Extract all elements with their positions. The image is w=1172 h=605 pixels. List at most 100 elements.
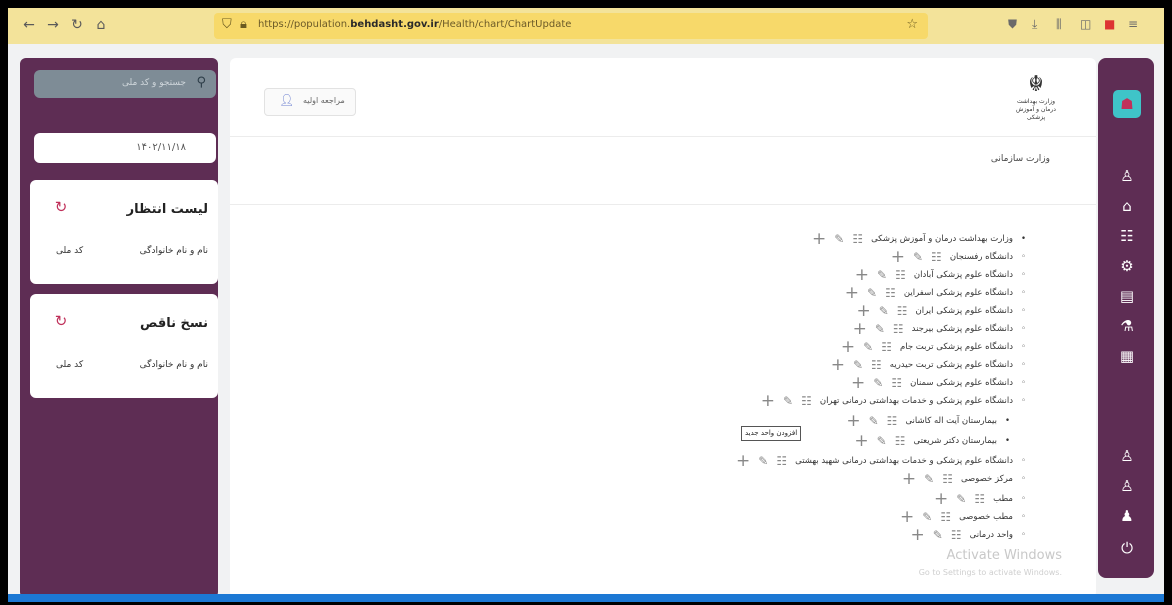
tree-node-label[interactable]: دانشگاه علوم پزشکی ایران (916, 306, 1013, 316)
add-unit-icon[interactable]: + (934, 489, 948, 509)
edit-icon[interactable]: ✎ (758, 454, 768, 468)
tree-bullet[interactable]: ◦ (1021, 530, 1026, 540)
users-group-icon[interactable]: ☷ (893, 322, 904, 336)
tree-node-label[interactable]: دانشگاه علوم پزشکی تربت حیدریه (890, 360, 1013, 370)
user-icon[interactable]: ♙ (1114, 166, 1140, 186)
tree-node-label[interactable]: دانشگاه رفسنجان (950, 252, 1013, 262)
tree-bullet[interactable]: ◦ (1021, 396, 1026, 406)
edit-icon[interactable]: ✎ (924, 472, 934, 486)
address-bar[interactable]: ⛉ 🔒︎ https://population.behdasht.gov.ir/… (214, 13, 928, 39)
add-unit-icon[interactable]: + (851, 373, 865, 393)
clipboard-icon[interactable]: ▤ (1114, 286, 1140, 306)
tree-node-label[interactable]: مطب (993, 494, 1013, 504)
tree-node-label[interactable]: دانشگاه علوم پزشکی بیرجند (912, 324, 1013, 334)
users-group-icon[interactable]: ☷ (895, 434, 906, 448)
add-unit-icon[interactable]: + (812, 229, 826, 249)
add-unit-icon[interactable]: + (736, 451, 750, 471)
add-unit-icon[interactable]: + (900, 507, 914, 527)
tree-bullet[interactable]: • (1005, 416, 1010, 426)
tree-bullet[interactable]: ◦ (1021, 360, 1026, 370)
add-unit-icon[interactable]: + (854, 431, 868, 451)
tree-node-label[interactable]: دانشگاه علوم پزشکی و خدمات بهداشتی درمان… (820, 396, 1013, 406)
users-group-icon[interactable]: ☷ (974, 492, 985, 506)
add-unit-icon[interactable]: + (853, 319, 867, 339)
edit-icon[interactable]: ✎ (783, 394, 793, 408)
app-logo-icon[interactable]: ☗ (1113, 90, 1141, 118)
users-icon[interactable]: ♟ (1114, 506, 1140, 526)
refresh-icon[interactable]: ↻ (52, 198, 70, 216)
edit-icon[interactable]: ✎ (877, 434, 887, 448)
add-unit-icon[interactable]: + (761, 391, 775, 411)
search-input[interactable]: جستجو و کد ملی ⚲ (34, 70, 216, 98)
edit-icon[interactable]: ✎ (922, 510, 932, 524)
tree-bullet[interactable]: ◦ (1021, 270, 1026, 280)
tree-node-label[interactable]: دانشگاه علوم پزشکی سمنان (910, 378, 1013, 388)
add-unit-icon[interactable]: + (841, 337, 855, 357)
users-group-icon[interactable]: ☷ (801, 394, 812, 408)
refresh-icon[interactable]: ↻ (52, 312, 70, 330)
tree-node-label[interactable]: دانشگاه علوم پزشکی و خدمات بهداشتی درمان… (795, 456, 1013, 466)
tree-bullet[interactable]: ◦ (1021, 494, 1026, 504)
settings-icon[interactable]: ⚙ (1114, 256, 1140, 276)
edit-icon[interactable]: ✎ (853, 358, 863, 372)
power-icon[interactable]: ⏻ (1114, 538, 1140, 558)
tree-bullet[interactable]: ◦ (1021, 474, 1026, 484)
download-icon[interactable]: ⤓ (1032, 17, 1037, 32)
tree-bullet[interactable]: • (1005, 436, 1010, 446)
tree-bullet[interactable]: ◦ (1021, 342, 1026, 352)
users-group-icon[interactable]: ☷ (852, 232, 863, 246)
tree-bullet[interactable]: ◦ (1021, 512, 1026, 522)
tree-bullet[interactable]: • (1021, 234, 1026, 244)
add-unit-icon[interactable]: + (911, 525, 925, 545)
forward-arrow-icon[interactable]: → (44, 16, 62, 34)
bookmark-star-icon[interactable]: ☆ (906, 17, 918, 32)
edit-icon[interactable]: ✎ (956, 492, 966, 506)
edit-icon[interactable]: ✎ (869, 414, 879, 428)
tree-bullet[interactable]: ◦ (1021, 456, 1026, 466)
edit-icon[interactable]: ✎ (913, 250, 923, 264)
pocket-icon[interactable]: ⛊ (1008, 17, 1017, 32)
date-field[interactable]: ۱۴۰۲/۱۱/۱۸ (34, 133, 216, 163)
users-group-icon[interactable]: ☷ (776, 454, 787, 468)
users-group-icon[interactable]: ☷ (951, 528, 962, 542)
edit-icon[interactable]: ✎ (933, 528, 943, 542)
sidebar-toggle-icon[interactable]: ◫ (1080, 17, 1091, 31)
add-unit-icon[interactable]: + (831, 355, 845, 375)
document-icon[interactable]: ▦ (1114, 346, 1140, 366)
add-unit-icon[interactable]: + (845, 283, 859, 303)
lab-flask-icon[interactable]: ⚗ (1114, 316, 1140, 336)
search-icon[interactable]: ⚲ (196, 75, 206, 90)
add-unit-icon[interactable]: + (902, 469, 916, 489)
users-group-icon[interactable]: ☷ (891, 376, 902, 390)
users-group-icon[interactable]: ☷ (871, 358, 882, 372)
tree-bullet[interactable]: ◦ (1021, 252, 1026, 262)
tree-node-label[interactable]: واحد درمانی (970, 530, 1013, 540)
extension-icon[interactable]: ■ (1104, 17, 1115, 31)
add-unit-icon[interactable]: + (846, 411, 860, 431)
menu-icon[interactable]: ≡ (1128, 17, 1138, 31)
users-group-icon[interactable]: ☷ (897, 304, 908, 318)
tree-node-label[interactable]: مطب خصوصی (959, 512, 1013, 522)
edit-icon[interactable]: ✎ (863, 340, 873, 354)
add-unit-icon[interactable]: + (856, 301, 870, 321)
user-add-icon[interactable]: ♙ (1114, 476, 1140, 496)
tree-node-label[interactable]: بیمارستان دکتر شریعتی (914, 436, 997, 446)
tree-bullet[interactable]: ◦ (1021, 306, 1026, 316)
add-unit-icon[interactable]: + (891, 247, 905, 267)
tree-bullet[interactable]: ◦ (1021, 378, 1026, 388)
add-unit-icon[interactable]: + (855, 265, 869, 285)
tree-bullet[interactable]: ◦ (1021, 324, 1026, 334)
users-group-icon[interactable]: ☷ (895, 268, 906, 282)
building-icon[interactable]: ⌂ (1114, 196, 1140, 216)
edit-icon[interactable]: ✎ (875, 322, 885, 336)
library-icon[interactable]: ⫼ (1056, 17, 1062, 32)
edit-icon[interactable]: ✎ (834, 232, 844, 246)
users-group-icon[interactable]: ☷ (881, 340, 892, 354)
users-group-icon[interactable]: ☷ (1114, 226, 1140, 246)
tree-node-label[interactable]: دانشگاه علوم پزشکی آبادان (914, 270, 1013, 280)
tree-node-label[interactable]: بیمارستان آیت اله کاشانی (905, 416, 997, 426)
reload-icon[interactable]: ↻ (68, 16, 86, 34)
edit-icon[interactable]: ✎ (873, 376, 883, 390)
users-group-icon[interactable]: ☷ (887, 414, 898, 428)
back-arrow-icon[interactable]: ← (20, 16, 38, 34)
